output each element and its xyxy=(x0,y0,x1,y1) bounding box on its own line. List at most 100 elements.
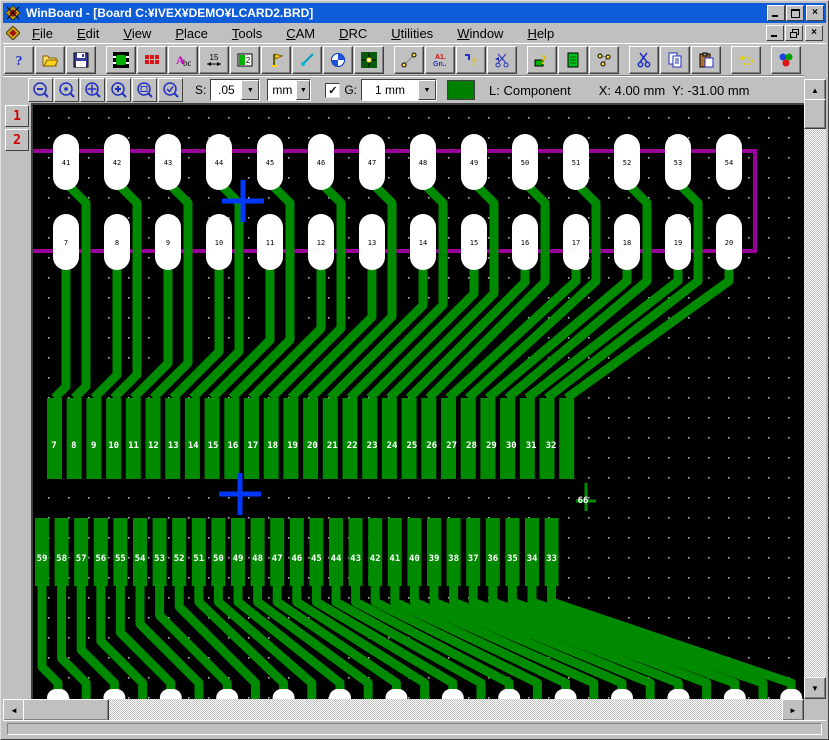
vertical-scrollbar[interactable]: ▲ ▼ xyxy=(804,79,826,699)
add-text-button[interactable]: A bc xyxy=(168,46,198,74)
colors-button[interactable] xyxy=(771,46,801,74)
vertical-scroll-thumb[interactable] xyxy=(804,99,826,129)
minimize-button[interactable] xyxy=(767,5,785,21)
origin-button[interactable] xyxy=(354,46,384,74)
trace-bar[interactable] xyxy=(74,518,88,586)
trace-bar[interactable] xyxy=(86,398,101,479)
grid-checkbox[interactable]: ✓ xyxy=(325,83,340,98)
menu-item-cam[interactable]: CAM xyxy=(274,24,327,43)
trace-bar[interactable] xyxy=(505,518,519,586)
cut-button[interactable] xyxy=(629,46,659,74)
trace-bar[interactable] xyxy=(407,518,421,586)
trace-bar[interactable] xyxy=(388,518,402,586)
copy-button[interactable] xyxy=(660,46,690,74)
cut-route-button[interactable] xyxy=(487,46,517,74)
trace-bar[interactable] xyxy=(133,518,147,586)
zoom-point-button[interactable] xyxy=(54,78,79,102)
trace-bar[interactable] xyxy=(466,518,480,586)
menu-item-file[interactable]: File xyxy=(20,24,65,43)
child-close-button[interactable]: × xyxy=(805,25,823,41)
board-setup-button[interactable]: 2 xyxy=(230,46,260,74)
paste-button[interactable] xyxy=(691,46,721,74)
trace-bar[interactable] xyxy=(165,398,180,479)
query-route-button[interactable]: ? xyxy=(456,46,486,74)
trace-bar[interactable] xyxy=(224,398,239,479)
grid-select[interactable]: 1 mm ▼ xyxy=(361,79,437,101)
scroll-up-button[interactable]: ▲ xyxy=(804,79,826,101)
undo-button[interactable] xyxy=(731,46,761,74)
save-file-button[interactable] xyxy=(66,46,96,74)
trace-bar[interactable] xyxy=(47,398,62,479)
scroll-left-button[interactable]: ◄ xyxy=(3,699,25,721)
trace-bar[interactable] xyxy=(540,398,555,479)
trace-bar[interactable] xyxy=(486,518,500,586)
trace-bar[interactable] xyxy=(421,398,436,479)
draw-trace-button[interactable] xyxy=(292,46,322,74)
trace-bar[interactable] xyxy=(520,398,535,479)
trace-bar[interactable] xyxy=(106,398,121,479)
menu-item-place[interactable]: Place xyxy=(163,24,220,43)
open-file-button[interactable] xyxy=(35,46,65,74)
trace-bar[interactable] xyxy=(447,518,461,586)
trace-bar[interactable] xyxy=(264,398,279,479)
help-button[interactable]: ? xyxy=(4,46,34,74)
chevron-down-icon[interactable]: ▼ xyxy=(418,80,436,100)
add-netline-button[interactable] xyxy=(394,46,424,74)
trace-bar[interactable] xyxy=(525,518,539,586)
trace-bar[interactable] xyxy=(55,518,69,586)
zoom-fit-button[interactable] xyxy=(80,78,105,102)
maximize-button[interactable] xyxy=(786,5,804,21)
flag-button[interactable] xyxy=(261,46,291,74)
trace-bar[interactable] xyxy=(126,398,141,479)
trace-bar[interactable] xyxy=(290,518,304,586)
layer-1-button[interactable]: 1 xyxy=(5,105,29,127)
trace-bar[interactable] xyxy=(244,398,259,479)
chevron-down-icon[interactable]: ▼ xyxy=(241,80,259,100)
board-canvas[interactable]: 4174284394410451146124713481449155016511… xyxy=(31,103,808,701)
horizontal-scrollbar[interactable]: ◄ ► xyxy=(3,699,804,721)
trace-bar[interactable] xyxy=(461,398,476,479)
menu-item-tools[interactable]: Tools xyxy=(220,24,274,43)
rename-button[interactable]: A1. Gn.. xyxy=(425,46,455,74)
menu-item-drc[interactable]: DRC xyxy=(327,24,379,43)
trace-bar[interactable] xyxy=(559,398,574,479)
crosshair-cursor[interactable] xyxy=(238,473,243,515)
trace-bar[interactable] xyxy=(368,518,382,586)
zoom-check-button[interactable] xyxy=(158,78,183,102)
unit-select[interactable]: mm ▼ xyxy=(267,79,311,101)
trace-bar[interactable] xyxy=(113,518,127,586)
net-nodes-button[interactable] xyxy=(589,46,619,74)
zoom-window-button[interactable] xyxy=(132,78,157,102)
trace-bar[interactable] xyxy=(382,398,397,479)
component-button[interactable] xyxy=(106,46,136,74)
trace-bar[interactable] xyxy=(94,518,108,586)
trace-bar[interactable] xyxy=(172,518,186,586)
trace-bar[interactable] xyxy=(67,398,82,479)
close-button[interactable]: × xyxy=(806,5,824,21)
trace-bar[interactable] xyxy=(231,518,245,586)
menu-item-view[interactable]: View xyxy=(111,24,163,43)
scale-select[interactable]: .05 ▼ xyxy=(210,79,260,101)
trace-bar[interactable] xyxy=(309,518,323,586)
trace-bar[interactable] xyxy=(251,518,265,586)
trace-bar[interactable] xyxy=(303,398,318,479)
layer-2-button[interactable]: 2 xyxy=(5,129,29,151)
trace-bar[interactable] xyxy=(270,518,284,586)
dimension-button[interactable]: 15 xyxy=(199,46,229,74)
trace-bar[interactable] xyxy=(441,398,456,479)
trace-bar[interactable] xyxy=(343,398,358,479)
menu-item-edit[interactable]: Edit xyxy=(65,24,111,43)
active-layer-swatch[interactable] xyxy=(447,80,475,100)
trace-bar[interactable] xyxy=(349,518,363,586)
trace-bar[interactable] xyxy=(323,398,338,479)
trace-bar[interactable] xyxy=(211,518,225,586)
copper-pour-button[interactable] xyxy=(137,46,167,74)
chevron-down-icon[interactable]: ▼ xyxy=(296,80,310,100)
zoom-out-button[interactable] xyxy=(28,78,53,102)
pcb-drawing[interactable]: 4174284394410451146124713481449155016511… xyxy=(33,105,808,701)
scroll-right-button[interactable]: ► xyxy=(782,699,804,721)
menu-item-help[interactable]: Help xyxy=(515,24,566,43)
trace-bar[interactable] xyxy=(402,398,417,479)
trace-bar[interactable] xyxy=(500,398,515,479)
trace-bar[interactable] xyxy=(35,518,49,586)
